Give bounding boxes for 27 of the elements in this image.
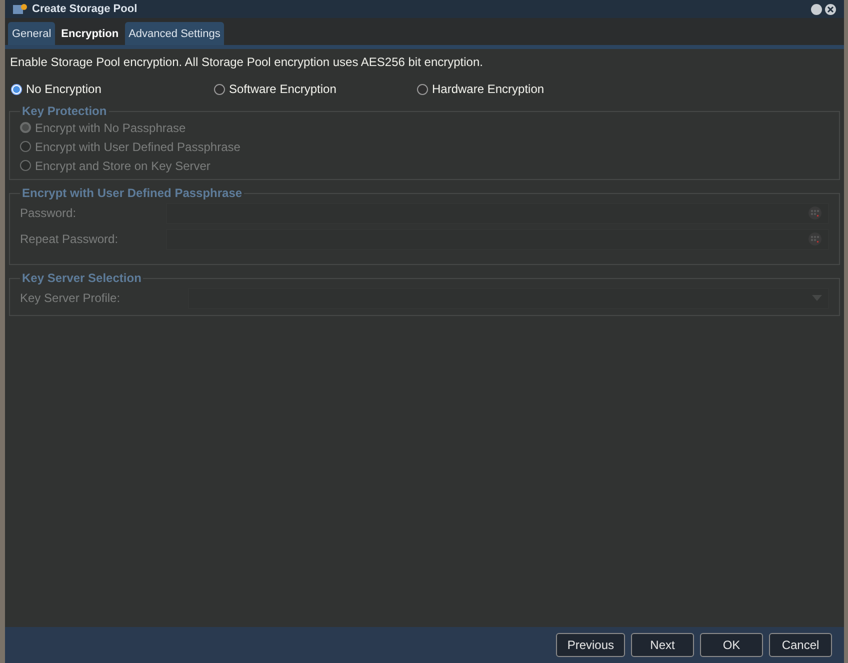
radio-label: Encrypt and Store on Key Server xyxy=(35,158,210,172)
radio-button[interactable] xyxy=(214,84,225,94)
dialog-button[interactable]: Next xyxy=(631,633,694,657)
radio-button[interactable] xyxy=(11,84,22,94)
radio-label: Encrypt with No Passphrase xyxy=(35,120,186,134)
field-label: Key Server Profile: xyxy=(20,291,122,305)
intro-text: Enable Storage Pool encryption. All Storage Pool encryption uses AES256 bit encryption. xyxy=(10,55,484,69)
radio-button[interactable] xyxy=(417,84,428,94)
group-title: Key Protection xyxy=(21,104,108,118)
radio-label: Hardware Encryption xyxy=(432,82,544,96)
group-title: Encrypt with User Defined Passphrase xyxy=(21,186,244,200)
field-label: Password: xyxy=(20,206,78,220)
dialog-button[interactable]: Previous xyxy=(556,633,625,657)
radio-label: Software Encryption xyxy=(229,82,336,96)
radio-label: Encrypt with User Defined Passphrase xyxy=(35,140,240,154)
radio-label: No Encryption xyxy=(26,82,102,96)
keypad-icon xyxy=(808,206,822,220)
window-title: Create Storage Pool xyxy=(32,3,138,15)
close-icon[interactable] xyxy=(825,4,836,14)
dialog-button[interactable]: OK xyxy=(700,633,763,657)
tab[interactable]: General xyxy=(8,22,56,45)
dialog-button[interactable]: Cancel xyxy=(769,633,832,657)
keypad-icon xyxy=(808,232,822,246)
storage-icon xyxy=(13,3,27,15)
group-title: Key Server Selection xyxy=(21,271,142,285)
field-label: Repeat Password: xyxy=(20,232,120,246)
tab[interactable]: Advanced Settings xyxy=(124,22,224,45)
